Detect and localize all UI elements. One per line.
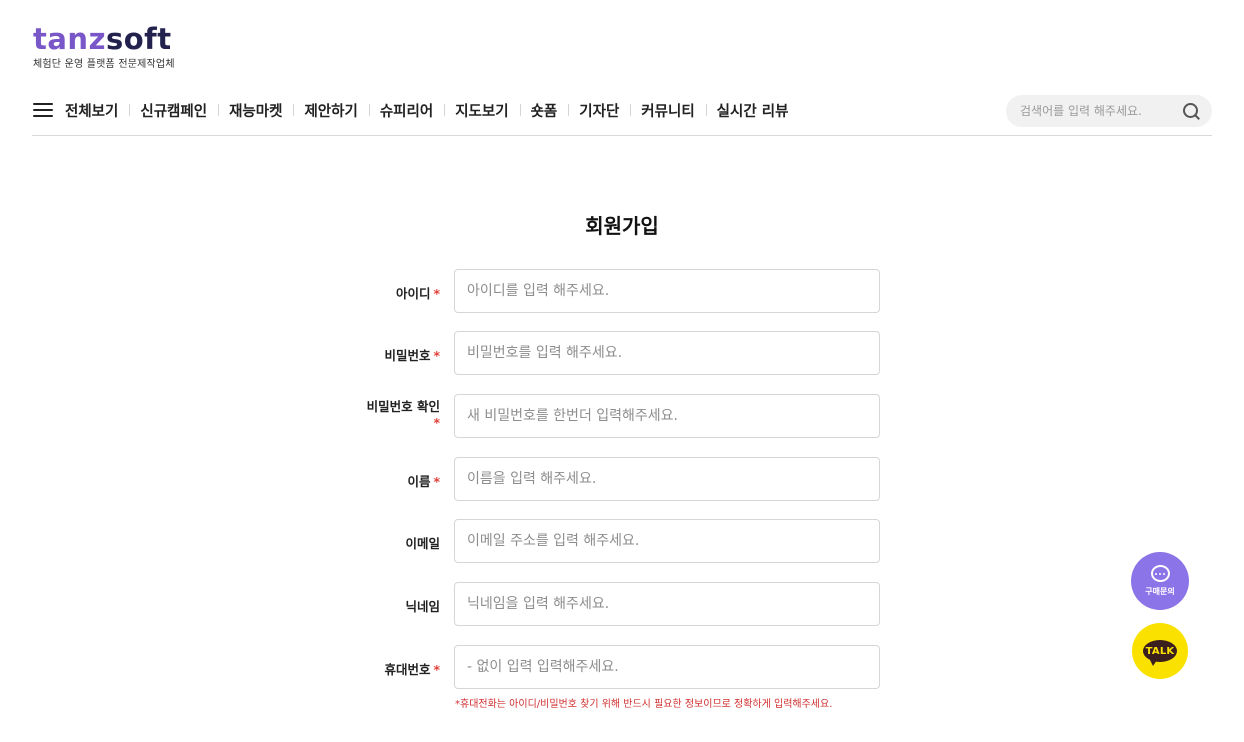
form-row-name: 이름 * xyxy=(0,457,1244,501)
kakao-talk-button[interactable]: TALK xyxy=(1132,623,1188,679)
required-mark: * xyxy=(433,474,440,489)
field-label-email: 이메일 xyxy=(405,533,440,552)
page-title: 회원가입 xyxy=(585,214,659,238)
form-row-id: 아이디 * xyxy=(0,269,1244,313)
field-label-name: 이름 * xyxy=(407,471,440,490)
hamburger-menu-icon[interactable] xyxy=(33,103,53,117)
form-row-email: 이메일 xyxy=(0,519,1244,563)
email-input[interactable] xyxy=(454,519,880,563)
nav-item-new-campaign[interactable]: 신규캠페인 xyxy=(129,100,218,121)
nav-item-shortform[interactable]: 숏폼 xyxy=(519,100,569,121)
label-text: 휴대번호 xyxy=(384,662,431,677)
kakao-talk-label: TALK xyxy=(1145,645,1175,657)
search-bar xyxy=(1006,95,1212,127)
nav-item-all[interactable]: 전체보기 xyxy=(65,100,129,121)
id-input[interactable] xyxy=(454,269,880,313)
chat-bubble-icon xyxy=(1150,565,1170,582)
required-mark: * xyxy=(433,348,440,363)
form-row-nickname: 닉네임 xyxy=(0,582,1244,626)
field-label-password-confirm: 비밀번호 확인 * xyxy=(367,399,440,431)
required-mark: * xyxy=(433,415,440,430)
password-input[interactable] xyxy=(454,331,880,375)
form-row-password-confirm: 비밀번호 확인 * xyxy=(0,394,1244,438)
field-label-id: 아이디 * xyxy=(396,283,440,302)
required-mark: * xyxy=(433,662,440,677)
logo-wordmark: tanzsoft xyxy=(33,24,175,54)
label-text: 이메일 xyxy=(405,536,440,551)
nav-item-map[interactable]: 지도보기 xyxy=(444,100,519,121)
name-input[interactable] xyxy=(454,457,880,501)
nav-item-live-review[interactable]: 실시간 리뷰 xyxy=(705,100,800,121)
phone-helper-text: *휴대전화는 아이디/비밀번호 찾기 위해 반드시 필요한 정보이므로 정확하게… xyxy=(455,699,833,710)
field-label-password: 비밀번호 * xyxy=(384,345,440,364)
label-text: 비밀번호 xyxy=(384,348,431,363)
purchase-inquiry-button[interactable]: 구매문의 xyxy=(1131,552,1189,610)
nav-item-reporters[interactable]: 기자단 xyxy=(568,100,630,121)
label-text: 비밀번호 확인 xyxy=(366,399,440,414)
kakao-talk-icon: TALK xyxy=(1143,640,1177,666)
search-icon[interactable] xyxy=(1182,102,1200,120)
nav-item-superior[interactable]: 슈피리어 xyxy=(368,100,444,121)
label-text: 아이디 xyxy=(395,286,431,301)
form-row-phone: 휴대번호 * xyxy=(0,645,1244,689)
logo-part-tanz: tanz xyxy=(33,22,106,56)
search-input[interactable] xyxy=(1020,104,1182,118)
logo[interactable]: tanzsoft 체험단 운영 플랫폼 전문제작업체 xyxy=(33,24,175,70)
header-divider xyxy=(32,135,1212,136)
field-label-phone: 휴대번호 * xyxy=(384,659,440,678)
required-mark: * xyxy=(433,286,440,301)
nav-item-propose[interactable]: 제안하기 xyxy=(293,100,368,121)
logo-tagline: 체험단 운영 플랫폼 전문제작업체 xyxy=(33,59,175,70)
nickname-input[interactable] xyxy=(454,582,880,626)
form-row-password: 비밀번호 * xyxy=(0,331,1244,375)
nav-item-community[interactable]: 커뮤니티 xyxy=(630,100,705,121)
password-confirm-input[interactable] xyxy=(454,394,880,438)
field-label-nickname: 닉네임 xyxy=(405,596,440,615)
label-text: 닉네임 xyxy=(405,599,440,614)
label-text: 이름 xyxy=(407,474,431,489)
nav-item-talent-market[interactable]: 재능마켓 xyxy=(218,100,293,121)
purchase-inquiry-label: 구매문의 xyxy=(1145,587,1175,596)
phone-input[interactable] xyxy=(454,645,880,689)
main-nav: 전체보기 신규캠페인 재능마켓 제안하기 슈피리어 지도보기 숏폼 기자단 커뮤… xyxy=(33,94,799,126)
logo-part-soft: soft xyxy=(105,22,172,56)
